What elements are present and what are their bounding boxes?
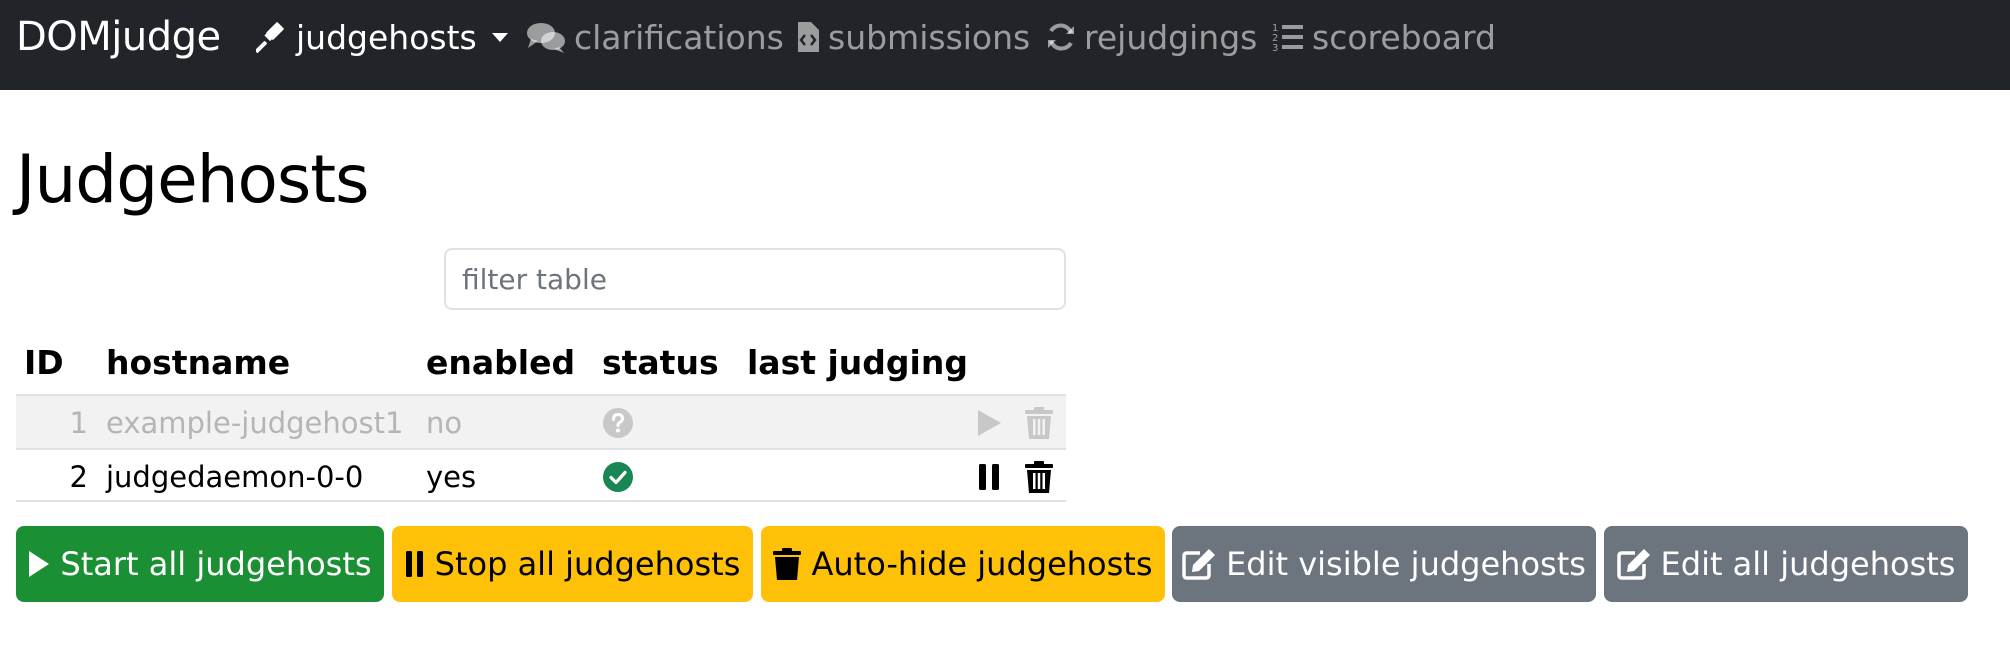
stop-all-judgehosts-button[interactable]: Stop all judgehosts: [392, 526, 753, 602]
pause-icon: [979, 464, 999, 490]
row-status: [602, 450, 634, 504]
nav-label-rejudgings: rejudgings: [1084, 17, 1258, 57]
pause-judgehost-button[interactable]: [974, 462, 1004, 492]
nav-rejudgings[interactable]: rejudgings: [1046, 16, 1257, 58]
question-circle-icon: [603, 408, 633, 438]
edit-all-label: Edit all judgehosts: [1660, 545, 1956, 583]
delete-judgehost-button[interactable]: [1024, 461, 1054, 493]
trash-icon: [1025, 407, 1053, 439]
top-navbar: DOMjudge judgehosts clarifications submi…: [0, 0, 2010, 90]
nav-label-scoreboard: scoreboard: [1312, 17, 1496, 57]
row-enabled: yes: [426, 460, 477, 494]
gavel-icon: [256, 22, 284, 53]
edit-icon: [1182, 549, 1216, 580]
row-hostname[interactable]: example-judgehost1: [106, 396, 403, 450]
nav-label-judgehosts: judgehosts: [296, 17, 477, 57]
edit-icon: [1616, 549, 1650, 580]
caret-down-icon: [491, 33, 508, 42]
auto-hide-label: Auto-hide judgehosts: [811, 545, 1153, 583]
svg-text:3: 3: [1272, 43, 1278, 53]
comments-icon: [527, 23, 565, 53]
table-row[interactable]: 1 example-judgehost1 no: [16, 394, 1066, 448]
auto-hide-judgehosts-button[interactable]: Auto-hide judgehosts: [761, 526, 1165, 602]
page-title: Judgehosts: [16, 141, 370, 218]
brand-logo[interactable]: DOMjudge: [16, 16, 221, 58]
nav-label-clarifications: clarifications: [574, 17, 784, 57]
nav-submissions[interactable]: submissions: [796, 16, 1030, 58]
table-row[interactable]: 2 judgedaemon-0-0 yes: [16, 448, 1066, 502]
play-icon: [978, 410, 1001, 436]
stop-all-label: Stop all judgehosts: [434, 545, 741, 583]
row-status: [602, 396, 634, 450]
column-header-id[interactable]: ID: [24, 336, 64, 390]
row-id: 1: [69, 406, 88, 440]
start-all-label: Start all judgehosts: [60, 545, 372, 583]
pause-icon: [405, 551, 423, 577]
edit-visible-judgehosts-button[interactable]: Edit visible judgehosts: [1172, 526, 1596, 602]
play-icon: [29, 551, 50, 577]
delete-judgehost-button[interactable]: [1024, 407, 1054, 439]
row-enabled: no: [426, 406, 463, 440]
nav-judgehosts-dropdown[interactable]: judgehosts: [256, 16, 509, 58]
nav-clarifications[interactable]: clarifications: [526, 16, 784, 58]
row-id: 2: [69, 460, 88, 494]
column-header-status[interactable]: status: [602, 336, 719, 390]
column-header-last-judging[interactable]: last judging: [747, 336, 968, 390]
nav-label-submissions: submissions: [828, 17, 1031, 57]
row-hostname[interactable]: judgedaemon-0-0: [106, 450, 363, 504]
trash-icon: [1025, 461, 1053, 493]
check-circle-icon: [603, 462, 633, 492]
filter-table-input[interactable]: [444, 248, 1066, 310]
nav-scoreboard[interactable]: 1 2 3 scoreboard: [1272, 16, 1496, 58]
file-code-icon: [798, 22, 819, 52]
column-header-hostname[interactable]: hostname: [106, 336, 290, 390]
column-header-enabled[interactable]: enabled: [426, 336, 575, 390]
start-all-judgehosts-button[interactable]: Start all judgehosts: [16, 526, 384, 602]
sync-icon: [1048, 23, 1074, 51]
edit-visible-label: Edit visible judgehosts: [1226, 545, 1586, 583]
list-ol-icon: 1 2 3: [1272, 23, 1303, 53]
edit-all-judgehosts-button[interactable]: Edit all judgehosts: [1604, 526, 1968, 602]
trash-icon: [773, 548, 802, 580]
start-judgehost-button[interactable]: [974, 408, 1004, 438]
